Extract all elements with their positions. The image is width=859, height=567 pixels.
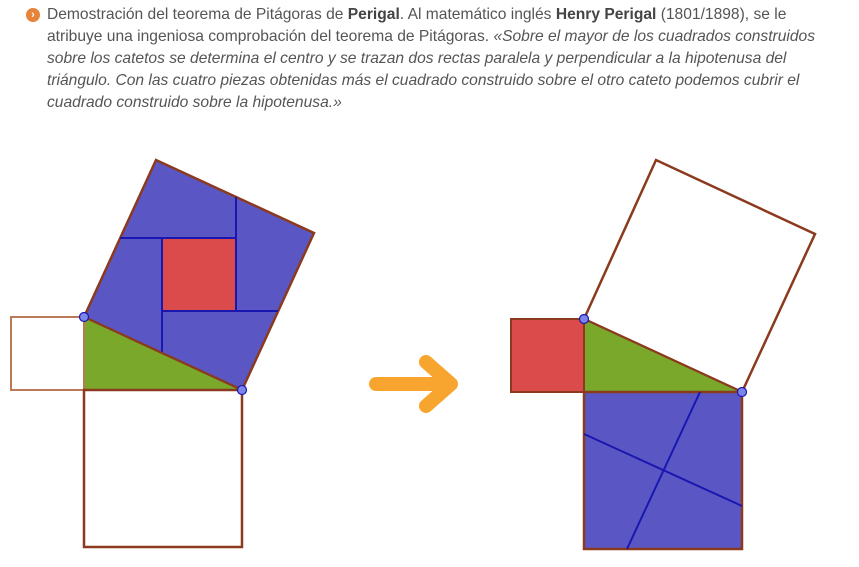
large-leg-square-left [82, 388, 244, 549]
center-square-red [161, 237, 237, 312]
right-figure [510, 158, 817, 551]
left-figure [10, 158, 316, 549]
right-triangle-right [583, 317, 743, 393]
vertex-left-a [78, 311, 90, 323]
small-leg-square-right-red [510, 318, 585, 393]
vertex-right-a [578, 313, 590, 325]
right-arrow-icon [369, 355, 458, 413]
perigal-diagram [10, 158, 817, 551]
small-leg-square-left [10, 316, 85, 391]
vertex-left-b [236, 384, 248, 396]
vertex-right-b [736, 386, 748, 398]
